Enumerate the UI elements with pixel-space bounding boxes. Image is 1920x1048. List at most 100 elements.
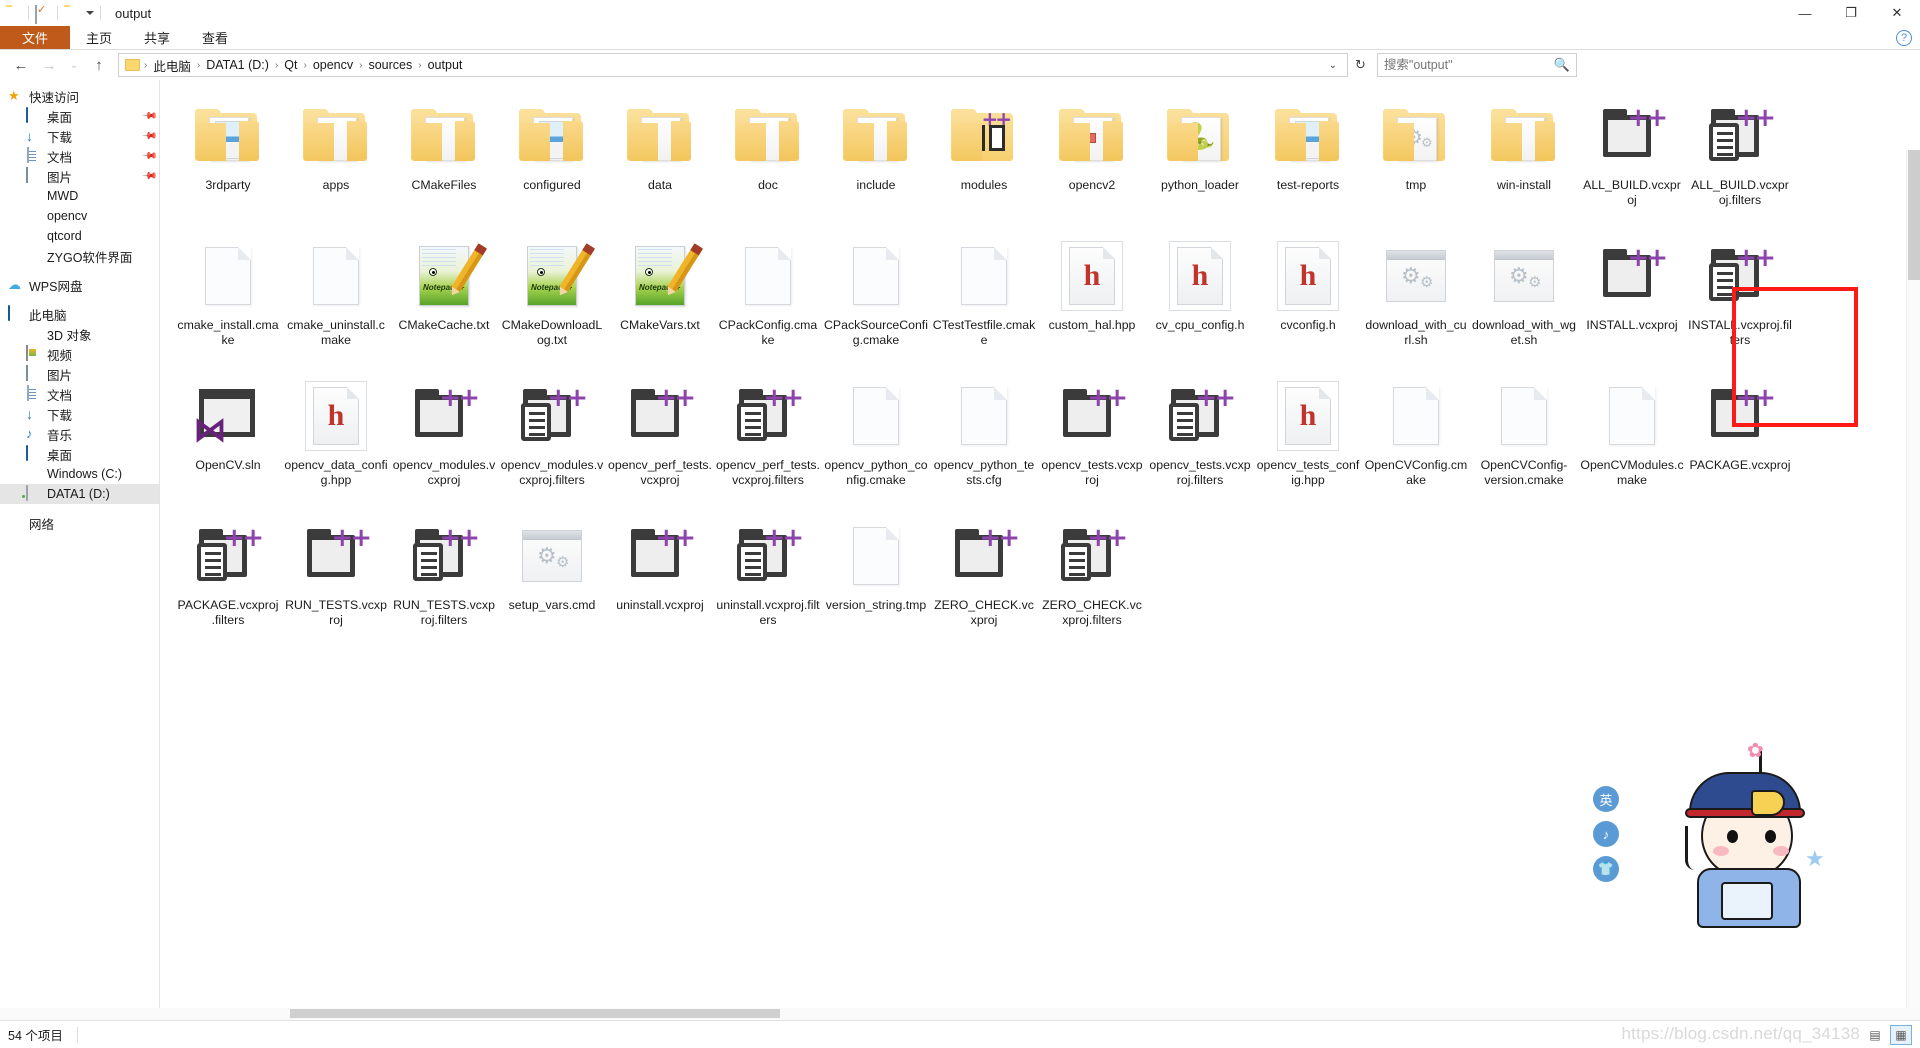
file-item[interactable]: CMakeFiles [390,90,498,230]
file-item[interactable]: 3rdparty [174,90,282,230]
file-item[interactable]: ++ modules [930,90,1038,230]
sidebar-item-documents-pc[interactable]: 文档 [0,384,159,404]
file-item[interactable]: ++ INSTALL.vcxproj.filters [1686,230,1794,370]
file-item[interactable]: ++ RUN_TESTS.vcxproj [282,510,390,650]
pin-icon[interactable]: 📌 [140,108,157,125]
badge-clothes-icon[interactable]: 👕 [1593,856,1619,882]
file-item[interactable]: ++ INSTALL.vcxproj [1578,230,1686,370]
file-item[interactable]: ++ PACKAGE.vcxproj.filters [174,510,282,650]
close-button[interactable]: ✕ [1874,0,1920,26]
file-item[interactable]: ++ uninstall.vcxproj.filters [714,510,822,650]
sidebar-item-documents[interactable]: 文档 📌 [0,146,159,166]
sidebar-item-downloads[interactable]: ↓ 下载 📌 [0,126,159,146]
pin-icon[interactable]: 📌 [140,168,157,185]
properties-icon[interactable] [35,5,51,24]
new-folder-icon[interactable] [64,5,80,21]
sidebar-item-downloads-pc[interactable]: ↓ 下载 [0,404,159,424]
refresh-button[interactable]: ↻ [1350,57,1371,73]
file-item[interactable]: ++ RUN_TESTS.vcxproj.filters [390,510,498,650]
file-item[interactable]: data [606,90,714,230]
sidebar-item-videos[interactable]: 视频 [0,344,159,364]
breadcrumb-item-output[interactable]: output [423,58,468,72]
sidebar-item-windows-c[interactable]: Windows (C:) [0,464,159,484]
file-item[interactable]: CTestTestfile.cmake [930,230,1038,370]
sidebar-item-music[interactable]: ♪ 音乐 [0,424,159,444]
sidebar-item-desktop[interactable]: 桌面 📌 [0,106,159,126]
file-item[interactable]: test-reports [1254,90,1362,230]
back-button[interactable]: ← [8,53,34,77]
file-item[interactable]: Notepad++ CMakeCache.txt [390,230,498,370]
chevron-down-icon[interactable] [86,11,94,15]
recent-locations-button[interactable]: ⌄ [64,53,84,77]
vertical-scrollbar[interactable] [1906,150,1920,1020]
file-item[interactable]: h cvconfig.h [1254,230,1362,370]
file-item[interactable]: OpenCVConfig-version.cmake [1470,370,1578,510]
minimize-button[interactable]: — [1782,0,1828,26]
file-item[interactable]: CPackConfig.cmake [714,230,822,370]
breadcrumb-item-opencv[interactable]: opencv [308,58,358,72]
vertical-scrollbar-thumb[interactable] [1908,150,1920,280]
file-item[interactable]: ++ opencv_tests.vcxproj [1038,370,1146,510]
search-icon[interactable]: 🔍 [1554,57,1570,73]
sidebar-item-pictures-pc[interactable]: 图片 [0,364,159,384]
file-item[interactable]: ++ opencv_modules.vcxproj [390,370,498,510]
file-item[interactable]: version_string.tmp [822,510,930,650]
sidebar-item-zygo[interactable]: ZYGO软件界面 [0,246,159,266]
horizontal-scrollbar-thumb[interactable] [290,1009,780,1018]
file-item[interactable]: ++ opencv_perf_tests.vcxproj.filters [714,370,822,510]
file-item[interactable]: ⚙ ⚙ setup_vars.cmd [498,510,606,650]
sidebar-group-this-pc[interactable]: 此电脑 [0,304,159,324]
sidebar-item-qtcord[interactable]: qtcord [0,226,159,246]
horizontal-scrollbar[interactable] [0,1008,1920,1020]
sidebar-item-mwd[interactable]: MWD [0,186,159,206]
sidebar-item-desktop-pc[interactable]: 桌面 [0,444,159,464]
maximize-button[interactable]: ❐ [1828,0,1874,26]
sidebar-group-wps-cloud[interactable]: ☁ WPS网盘 [0,275,159,295]
file-item[interactable]: ++ ALL_BUILD.vcxproj [1578,90,1686,230]
file-item[interactable]: opencv_python_config.cmake [822,370,930,510]
file-item-opencv-sln[interactable]: ⋈ OpenCV.sln [174,370,282,510]
file-item[interactable]: opencv2 [1038,90,1146,230]
file-item[interactable]: ++ ALL_BUILD.vcxproj.filters [1686,90,1794,230]
file-item[interactable]: ⚙ ⚙ download_with_wget.sh [1470,230,1578,370]
sidebar-item-opencv[interactable]: opencv [0,206,159,226]
tab-file[interactable]: 文件 [0,26,71,49]
file-item[interactable]: ++ opencv_modules.vcxproj.filters [498,370,606,510]
up-button[interactable]: ↑ [86,53,112,77]
file-item[interactable]: ++ uninstall.vcxproj [606,510,714,650]
file-item[interactable]: h custom_hal.hpp [1038,230,1146,370]
sidebar-item-3d-objects[interactable]: 3D 对象 [0,324,159,344]
pin-icon[interactable]: 📌 [140,128,157,145]
file-item[interactable]: apps [282,90,390,230]
file-item[interactable]: cmake_uninstall.cmake [282,230,390,370]
file-item[interactable]: doc [714,90,822,230]
file-item[interactable]: OpenCVModules.cmake [1578,370,1686,510]
badge-language-icon[interactable]: 英 [1593,786,1619,812]
file-list-pane[interactable]: 3rdparty apps CMakeFiles configured data… [160,80,1920,1020]
tab-view[interactable]: 查看 [186,26,244,49]
breadcrumb-item-this-pc[interactable]: 此电脑 [148,56,196,75]
file-item[interactable]: h cv_cpu_config.h [1146,230,1254,370]
file-item[interactable]: 🐍 python_loader [1146,90,1254,230]
file-item[interactable]: cmake_install.cmake [174,230,282,370]
file-item[interactable]: ++ PACKAGE.vcxproj [1686,370,1794,510]
breadcrumb-dropdown-icon[interactable]: ⌄ [1323,60,1343,71]
details-view-button[interactable]: ▤ [1864,1025,1886,1045]
file-item[interactable]: Notepad++ CMakeDownloadLog.txt [498,230,606,370]
file-item[interactable]: ++ opencv_perf_tests.vcxproj [606,370,714,510]
file-item[interactable]: OpenCVConfig.cmake [1362,370,1470,510]
forward-button[interactable]: → [36,53,62,77]
file-item[interactable]: opencv_python_tests.cfg [930,370,1038,510]
breadcrumb-item-data1[interactable]: DATA1 (D:) [201,58,274,72]
large-icons-view-button[interactable]: ▦ [1890,1024,1912,1045]
tab-home[interactable]: 主页 [70,26,128,49]
search-box[interactable]: 🔍 [1376,53,1577,77]
file-item[interactable]: configured [498,90,606,230]
sidebar-item-pictures[interactable]: 图片 📌 [0,166,159,186]
file-item[interactable]: ⚙ ⚙ download_with_curl.sh [1362,230,1470,370]
file-item[interactable]: h opencv_data_config.hpp [282,370,390,510]
file-item[interactable]: CPackSourceConfig.cmake [822,230,930,370]
breadcrumb-item-qt[interactable]: Qt [279,58,302,72]
file-item[interactable]: ⚙ ⚙ tmp [1362,90,1470,230]
badge-music-icon[interactable]: ♪ [1593,821,1619,847]
